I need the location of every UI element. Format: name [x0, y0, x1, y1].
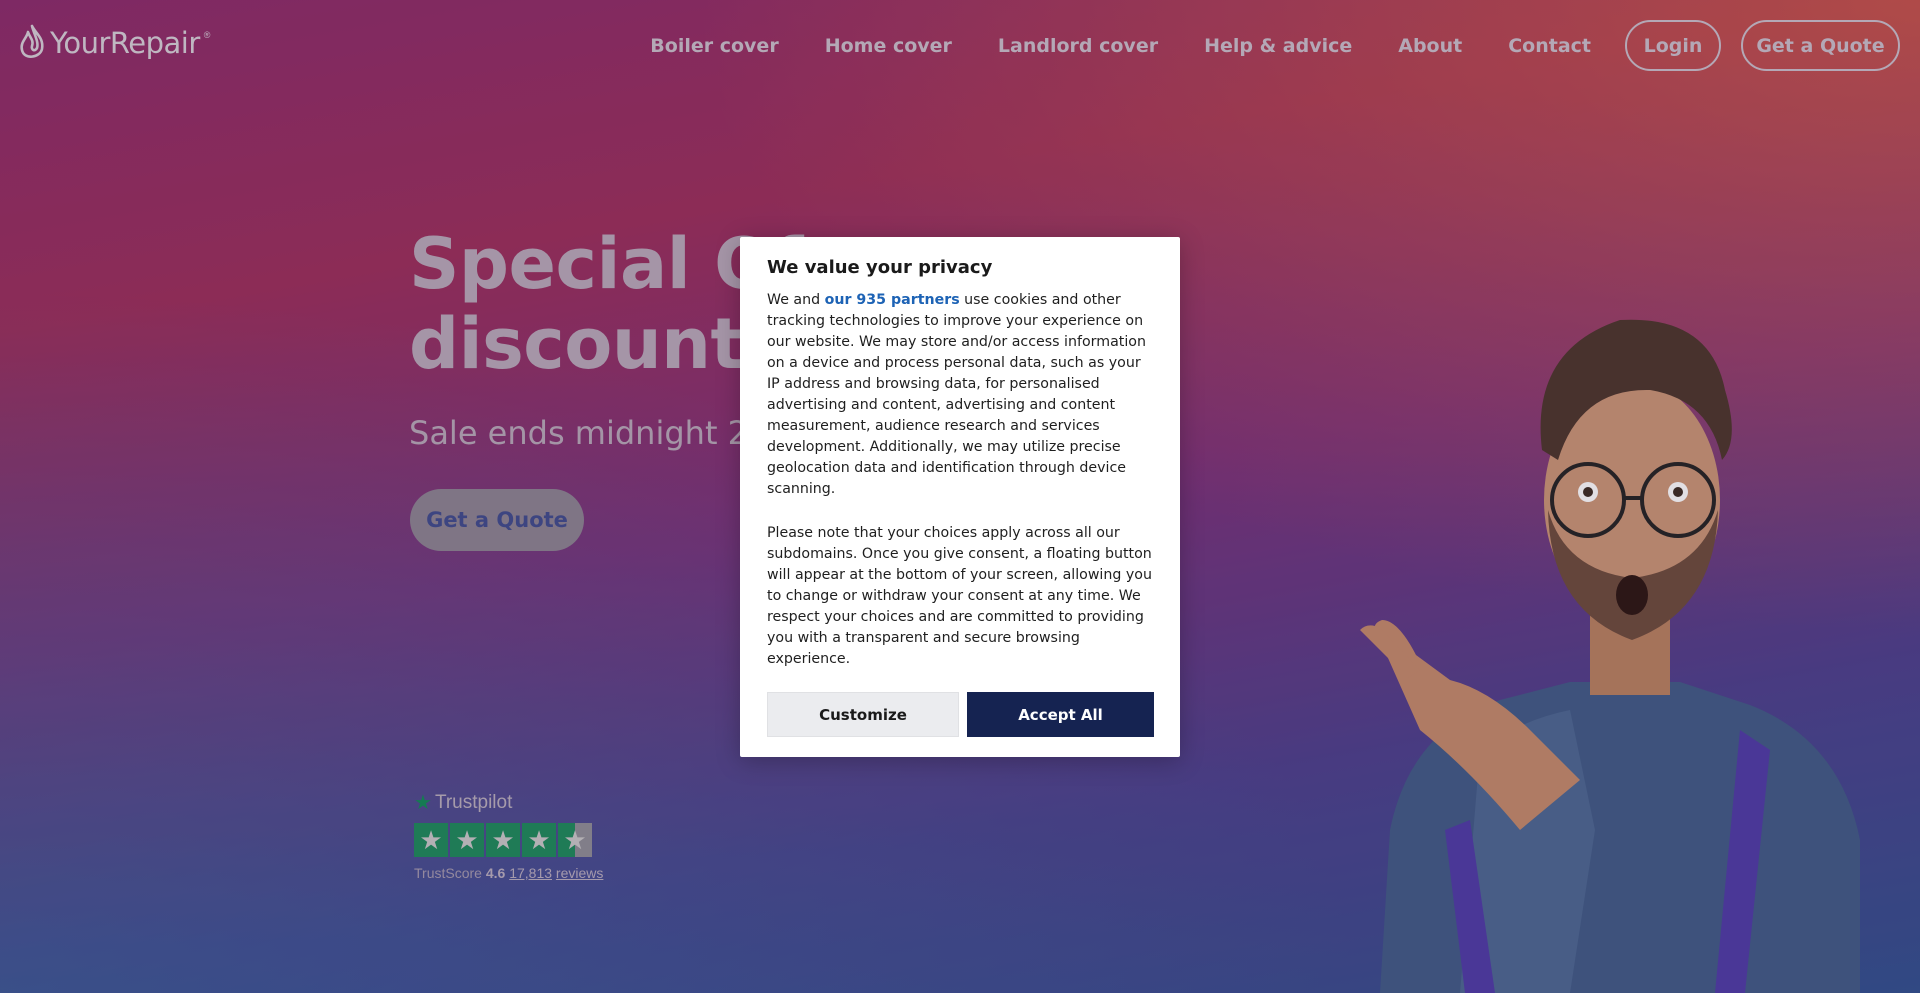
consent-intro-after-link: use cookies and other tracking technolog… [767, 292, 1146, 497]
partners-link[interactable]: our 935 partners [825, 292, 960, 308]
consent-intro-text: We and our 935 partners use cookies and … [767, 290, 1153, 500]
consent-actions: Customize Accept All [767, 692, 1154, 737]
accept-all-button[interactable]: Accept All [967, 692, 1154, 737]
consent-intro-before-link: We and [767, 292, 825, 308]
customize-button[interactable]: Customize [767, 692, 959, 737]
privacy-consent-dialog: We value your privacy We and our 935 par… [740, 237, 1180, 757]
consent-subdomains-text: Please note that your choices apply acro… [767, 525, 1152, 667]
consent-title: We value your privacy [767, 257, 993, 278]
